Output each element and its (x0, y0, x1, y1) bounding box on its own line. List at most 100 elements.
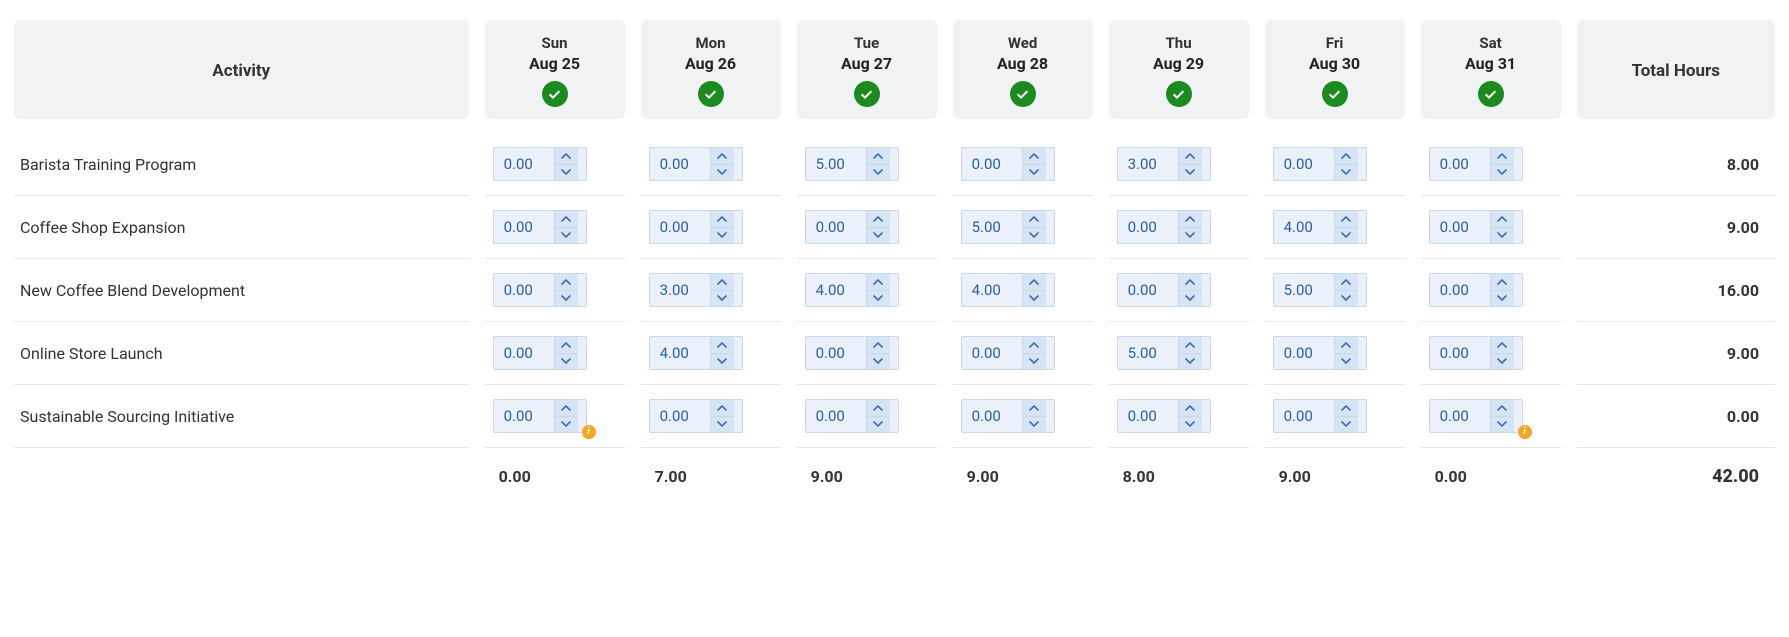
hours-input[interactable] (806, 274, 866, 306)
step-up-button[interactable] (1335, 337, 1358, 354)
hours-stepper[interactable] (805, 336, 899, 370)
step-up-button[interactable] (1023, 211, 1046, 228)
hours-stepper[interactable] (1117, 147, 1211, 181)
step-down-button[interactable] (711, 165, 734, 181)
step-down-button[interactable] (1023, 354, 1046, 370)
hours-input[interactable] (1430, 400, 1490, 432)
hours-stepper[interactable] (1429, 399, 1523, 433)
hours-stepper[interactable] (1117, 210, 1211, 244)
step-up-button[interactable] (1491, 148, 1514, 165)
step-up-button[interactable] (1179, 148, 1202, 165)
step-down-button[interactable] (867, 417, 890, 433)
hours-input[interactable] (1274, 274, 1334, 306)
step-down-button[interactable] (1023, 228, 1046, 244)
hours-input[interactable] (650, 211, 710, 243)
hours-stepper[interactable] (649, 336, 743, 370)
step-down-button[interactable] (1335, 291, 1358, 307)
step-down-button[interactable] (1023, 417, 1046, 433)
hours-stepper[interactable] (1429, 273, 1523, 307)
step-down-button[interactable] (1335, 165, 1358, 181)
step-down-button[interactable] (711, 354, 734, 370)
hours-input[interactable] (650, 337, 710, 369)
hours-stepper[interactable] (805, 399, 899, 433)
step-up-button[interactable] (867, 400, 890, 417)
step-up-button[interactable] (1179, 274, 1202, 291)
step-down-button[interactable] (1179, 228, 1202, 244)
step-down-button[interactable] (1179, 354, 1202, 370)
hours-stepper[interactable] (961, 210, 1055, 244)
hours-input[interactable] (1274, 148, 1334, 180)
hours-stepper[interactable] (1429, 336, 1523, 370)
hours-stepper[interactable] (1117, 399, 1211, 433)
hours-stepper[interactable] (1273, 336, 1367, 370)
hours-input[interactable] (962, 274, 1022, 306)
hours-stepper[interactable] (649, 210, 743, 244)
hours-stepper[interactable] (961, 147, 1055, 181)
hours-input[interactable] (962, 400, 1022, 432)
step-up-button[interactable] (555, 337, 578, 354)
hours-input[interactable] (1430, 274, 1490, 306)
step-up-button[interactable] (1179, 400, 1202, 417)
info-indicator-icon[interactable]: i (582, 425, 596, 439)
step-down-button[interactable] (1179, 417, 1202, 433)
step-down-button[interactable] (555, 291, 578, 307)
step-down-button[interactable] (867, 165, 890, 181)
step-up-button[interactable] (1179, 337, 1202, 354)
step-down-button[interactable] (1491, 291, 1514, 307)
hours-stepper[interactable] (805, 210, 899, 244)
hours-input[interactable] (1430, 211, 1490, 243)
step-down-button[interactable] (867, 228, 890, 244)
hours-input[interactable] (806, 148, 866, 180)
hours-input[interactable] (650, 274, 710, 306)
hours-input[interactable] (494, 337, 554, 369)
hours-stepper[interactable] (1273, 399, 1367, 433)
hours-input[interactable] (1430, 148, 1490, 180)
hours-stepper[interactable] (961, 399, 1055, 433)
step-up-button[interactable] (711, 337, 734, 354)
step-up-button[interactable] (1023, 274, 1046, 291)
hours-stepper[interactable] (1273, 210, 1367, 244)
hours-stepper[interactable] (1429, 210, 1523, 244)
hours-input[interactable] (1274, 400, 1334, 432)
step-up-button[interactable] (1023, 337, 1046, 354)
hours-stepper[interactable] (805, 147, 899, 181)
hours-input[interactable] (806, 337, 866, 369)
step-down-button[interactable] (555, 417, 578, 433)
hours-input[interactable] (962, 148, 1022, 180)
hours-stepper[interactable] (493, 210, 587, 244)
step-up-button[interactable] (711, 400, 734, 417)
step-down-button[interactable] (555, 165, 578, 181)
hours-input[interactable] (650, 400, 710, 432)
hours-input[interactable] (962, 337, 1022, 369)
step-up-button[interactable] (1335, 274, 1358, 291)
hours-input[interactable] (1118, 337, 1178, 369)
step-down-button[interactable] (711, 291, 734, 307)
step-down-button[interactable] (555, 228, 578, 244)
step-up-button[interactable] (711, 211, 734, 228)
hours-stepper[interactable] (1117, 336, 1211, 370)
hours-input[interactable] (1118, 274, 1178, 306)
hours-stepper[interactable] (493, 336, 587, 370)
step-up-button[interactable] (867, 337, 890, 354)
hours-input[interactable] (650, 148, 710, 180)
hours-stepper[interactable] (1117, 273, 1211, 307)
step-down-button[interactable] (1179, 165, 1202, 181)
step-up-button[interactable] (555, 400, 578, 417)
step-up-button[interactable] (1491, 211, 1514, 228)
step-down-button[interactable] (1335, 417, 1358, 433)
hours-input[interactable] (1430, 337, 1490, 369)
hours-stepper[interactable] (493, 399, 587, 433)
hours-input[interactable] (1274, 211, 1334, 243)
hours-stepper[interactable] (1273, 147, 1367, 181)
step-down-button[interactable] (1491, 165, 1514, 181)
step-up-button[interactable] (555, 211, 578, 228)
step-up-button[interactable] (555, 274, 578, 291)
step-up-button[interactable] (1335, 148, 1358, 165)
hours-stepper[interactable] (649, 147, 743, 181)
step-up-button[interactable] (1491, 337, 1514, 354)
step-down-button[interactable] (1491, 354, 1514, 370)
step-down-button[interactable] (555, 354, 578, 370)
step-up-button[interactable] (1335, 400, 1358, 417)
hours-input[interactable] (494, 211, 554, 243)
hours-input[interactable] (494, 148, 554, 180)
